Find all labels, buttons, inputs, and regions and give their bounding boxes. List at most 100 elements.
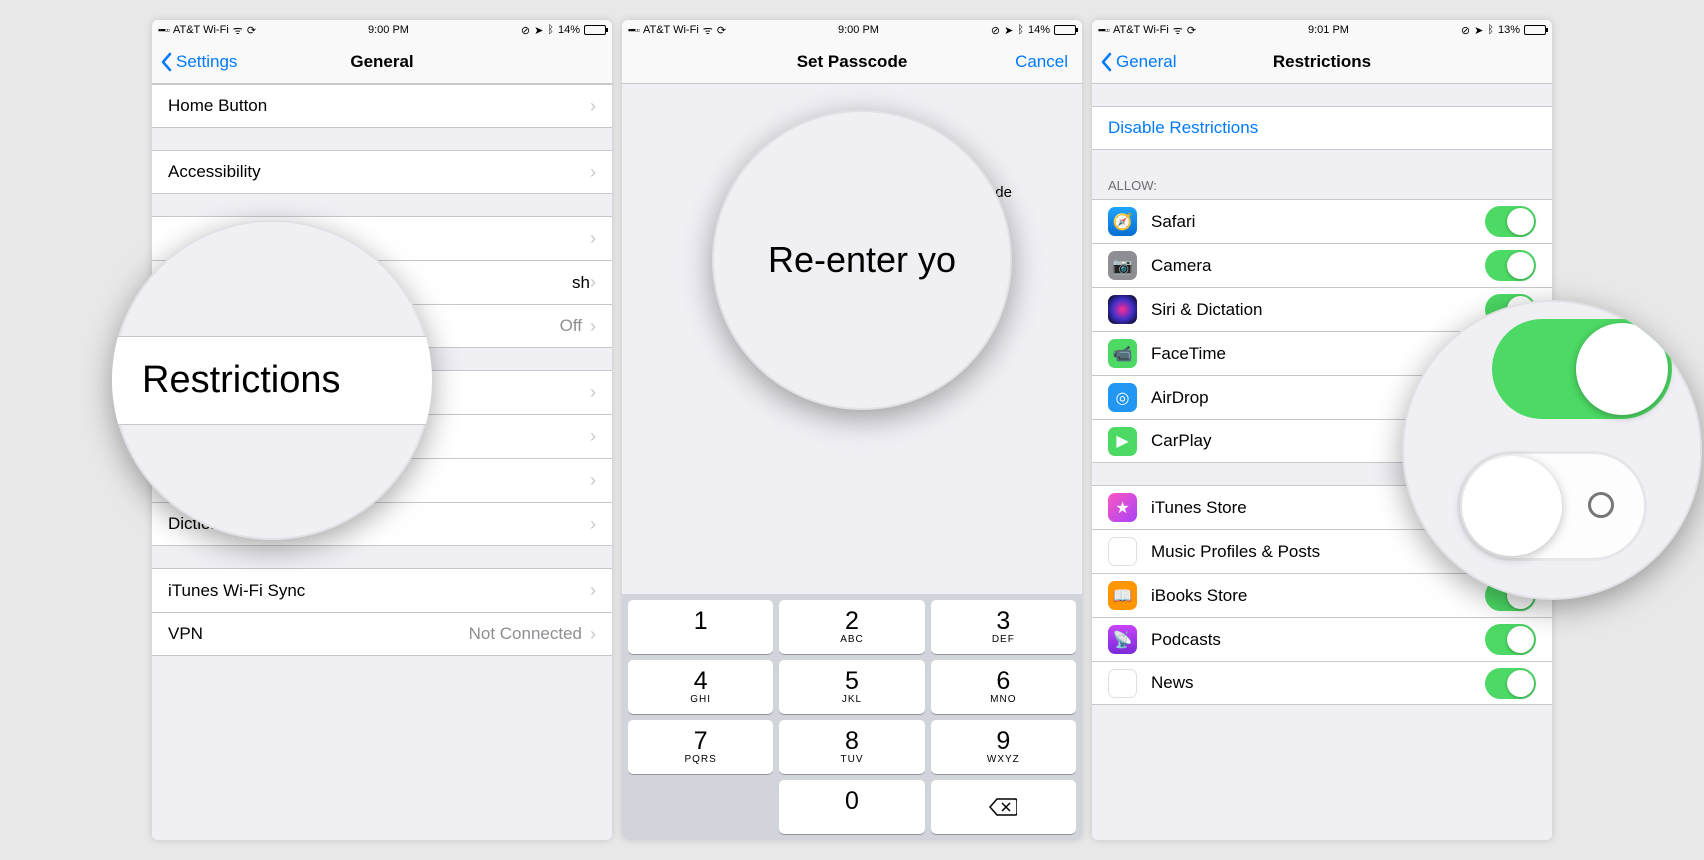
battery-icon	[1054, 25, 1076, 35]
nav-title: General	[350, 52, 413, 72]
magnifier-restrictions: Restrictions	[112, 220, 432, 540]
backspace-icon	[989, 797, 1017, 817]
key-4[interactable]: 4GHI	[628, 660, 773, 714]
chevron-right-icon: ›	[590, 272, 596, 293]
magnified-toggle-on	[1492, 319, 1672, 419]
app-news-icon: N	[1108, 669, 1137, 698]
toggle-news[interactable]	[1485, 668, 1536, 699]
numeric-keypad: 1 2ABC3DEF4GHI5JKL6MNO7PQRS8TUV9WXYZ0	[622, 594, 1082, 840]
disable-restrictions-link[interactable]: Disable Restrictions	[1092, 106, 1552, 150]
key-letters: MNO	[990, 694, 1016, 705]
battery-icon	[584, 25, 606, 35]
chevron-right-icon: ›	[590, 426, 596, 447]
key-backspace[interactable]	[931, 780, 1076, 834]
key-9[interactable]: 9WXYZ	[931, 720, 1076, 774]
key-2[interactable]: 2ABC	[779, 600, 924, 654]
back-button[interactable]: Settings	[160, 40, 237, 83]
back-button[interactable]: General	[1100, 40, 1176, 83]
wifi-icon: ᯤ	[703, 23, 713, 38]
key-letters: TUV	[840, 754, 863, 765]
key-blank	[628, 780, 773, 834]
activity-icon: ⟳	[247, 24, 256, 37]
key-0[interactable]: 0	[779, 780, 924, 834]
app-facetime-icon: 📹	[1108, 339, 1137, 368]
wifi-icon: ᯤ	[233, 23, 243, 38]
link-label: Disable Restrictions	[1108, 118, 1536, 138]
app-music-icon: ♫	[1108, 537, 1137, 566]
key-letters: GHI	[690, 694, 711, 705]
activity-icon: ⟳	[717, 24, 726, 37]
key-letters: DEF	[992, 634, 1015, 645]
nav-bar: Settings General	[152, 40, 612, 84]
key-number: 6	[996, 669, 1010, 694]
app-itunes-icon: ★	[1108, 493, 1137, 522]
signal-icon: ▪▪▪▫▫	[628, 25, 639, 35]
chevron-right-icon: ›	[590, 316, 596, 337]
chevron-right-icon: ›	[590, 228, 596, 249]
key-8[interactable]: 8TUV	[779, 720, 924, 774]
row-label: iTunes Wi-Fi Sync	[168, 581, 590, 601]
row-label: iBooks Store	[1151, 586, 1485, 606]
chevron-right-icon: ›	[590, 96, 596, 117]
row-accessibility[interactable]: Accessibility ›	[152, 150, 612, 194]
key-3[interactable]: 3DEF	[931, 600, 1076, 654]
status-bar: ▪▪▪▫▫ AT&T Wi-Fi ᯤ ⟳ 9:01 PM ⊘ ➤ ᛒ 13%	[1092, 20, 1552, 40]
row-label: Camera	[1151, 256, 1485, 276]
key-number: 1	[694, 609, 708, 634]
key-number: 3	[996, 609, 1010, 634]
toggle-safari[interactable]	[1485, 206, 1536, 237]
nav-bar: Set Passcode Cancel	[622, 40, 1082, 84]
magnified-prompt: Re-enter yo	[758, 239, 966, 281]
chevron-right-icon: ›	[590, 514, 596, 535]
key-number: 0	[845, 789, 859, 814]
row-vpn[interactable]: VPN Not Connected ›	[152, 612, 612, 656]
row-home-button[interactable]: Home Button ›	[152, 84, 612, 128]
row-label: Safari	[1151, 212, 1485, 232]
nav-bar: General Restrictions	[1092, 40, 1552, 84]
nav-title: Set Passcode	[797, 52, 908, 72]
orientation-lock-icon: ⊘	[1461, 24, 1470, 37]
app-podcasts-icon: 📡	[1108, 625, 1137, 654]
key-number: 2	[845, 609, 859, 634]
allow-header: ALLOW:	[1092, 172, 1552, 199]
nav-title: Restrictions	[1273, 52, 1371, 72]
key-1[interactable]: 1	[628, 600, 773, 654]
key-letters: JKL	[842, 694, 862, 705]
row-label: Home Button	[168, 96, 590, 116]
key-6[interactable]: 6MNO	[931, 660, 1076, 714]
row-safari: 🧭 Safari	[1092, 199, 1552, 243]
status-bar: ▪▪▪▫▫ AT&T Wi-Fi ᯤ ⟳ 9:00 PM ⊘ ➤ ᛒ 14%	[152, 20, 612, 40]
key-number: 8	[845, 729, 859, 754]
chevron-right-icon: ›	[590, 470, 596, 491]
row-label: Accessibility	[168, 162, 590, 182]
row-itunes-wifi[interactable]: iTunes Wi-Fi Sync ›	[152, 568, 612, 612]
chevron-back-icon	[160, 52, 172, 72]
bluetooth-icon: ᛒ	[1487, 24, 1494, 36]
chevron-right-icon: ›	[590, 162, 596, 183]
wifi-icon: ᯤ	[1173, 23, 1183, 38]
key-7[interactable]: 7PQRS	[628, 720, 773, 774]
key-letters: PQRS	[684, 754, 716, 765]
row-camera: 📷Camera	[1092, 243, 1552, 287]
chevron-right-icon: ›	[590, 624, 596, 645]
row-podcasts: 📡Podcasts	[1092, 617, 1552, 661]
cancel-button[interactable]: Cancel	[1015, 40, 1068, 83]
row-label: News	[1151, 673, 1485, 693]
key-5[interactable]: 5JKL	[779, 660, 924, 714]
toggle-podcasts[interactable]	[1485, 624, 1536, 655]
location-icon: ➤	[1474, 24, 1483, 37]
clock: 9:01 PM	[1308, 24, 1349, 36]
app-safari-icon: 🧭	[1108, 207, 1137, 236]
battery-pct: 14%	[558, 24, 580, 36]
carrier-label: AT&T Wi-Fi	[173, 24, 229, 36]
orientation-lock-icon: ⊘	[521, 24, 530, 37]
status-bar: ▪▪▪▫▫ AT&T Wi-Fi ᯤ ⟳ 9:00 PM ⊘ ➤ ᛒ 14%	[622, 20, 1082, 40]
clock: 9:00 PM	[838, 24, 879, 36]
row-label: VPN	[168, 624, 469, 644]
app-carplay-icon: ▶	[1108, 427, 1137, 456]
magnifier-toggle	[1402, 300, 1702, 600]
toggle-camera[interactable]	[1485, 250, 1536, 281]
back-label: General	[1116, 52, 1176, 72]
app-siri-icon	[1108, 295, 1137, 324]
app-airdrop-icon: ◎	[1108, 383, 1137, 412]
